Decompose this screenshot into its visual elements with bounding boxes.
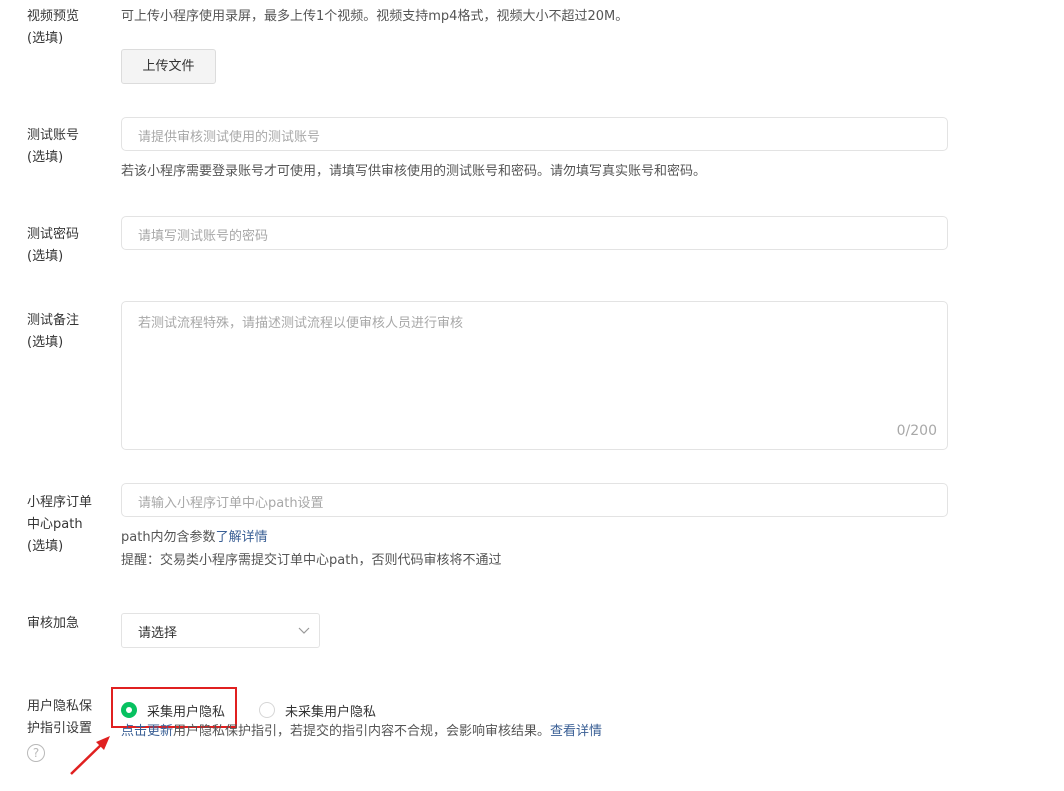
test-password-placeholder: 请填写测试账号的密码	[138, 229, 269, 244]
radio-not-collect-privacy[interactable]: 未采集用户隐私	[259, 701, 377, 720]
order-path-reminder: 提醒：交易类小程序需提交订单中心path，否则代码审核将不通过	[121, 553, 502, 568]
privacy-hint: 点击更新用户隐私保护指引，若提交的指引内容不合规，会影响审核结果。查看详情	[121, 723, 602, 741]
test-password-label: 测试密码 (选填)	[27, 227, 80, 264]
test-account-label: 测试账号 (选填)	[27, 128, 80, 165]
video-preview-hint: 可上传小程序使用录屏，最多上传1个视频。视频支持mp4格式，视频大小不超过20M…	[121, 9, 629, 24]
privacy-update-link[interactable]: 点击更新	[121, 724, 173, 739]
test-account-input[interactable]: 请提供审核测试使用的测试账号	[121, 117, 948, 151]
test-account-hint: 若该小程序需要登录账号才可使用，请填写供审核使用的测试账号和密码。请勿填写真实账…	[121, 164, 707, 179]
radio-not-collect-label: 未采集用户隐私	[285, 704, 377, 720]
test-notes-counter: 0/200	[896, 423, 937, 439]
test-notes-textarea[interactable]: 若测试流程特殊，请描述测试流程以便审核人员进行审核 0/200	[121, 301, 948, 450]
order-path-input[interactable]: 请输入小程序订单中心path设置	[121, 483, 948, 517]
privacy-hint-text: 用户隐私保护指引，若提交的指引内容不合规，会影响审核结果。	[173, 724, 551, 739]
expedite-select-value: 请选择	[138, 626, 178, 641]
test-account-placeholder: 请提供审核测试使用的测试账号	[138, 130, 321, 145]
video-preview-label: 视频预览 (选填)	[27, 9, 80, 46]
upload-file-button[interactable]: 上传文件	[121, 49, 216, 84]
chevron-down-icon	[298, 627, 310, 634]
radio-unchecked-icon	[259, 702, 275, 718]
privacy-details-link[interactable]: 查看详情	[550, 724, 602, 739]
test-notes-label: 测试备注 (选填)	[27, 313, 80, 350]
expedite-select[interactable]: 请选择	[121, 613, 320, 648]
order-path-label: 小程序订单 中心path (选填)	[27, 495, 93, 554]
expedite-label: 审核加急	[27, 616, 80, 631]
order-path-placeholder: 请输入小程序订单中心path设置	[138, 496, 324, 511]
help-icon[interactable]: ?	[27, 744, 45, 762]
test-password-input[interactable]: 请填写测试账号的密码	[121, 216, 948, 250]
order-path-hint-text: path内勿含参数	[121, 530, 216, 545]
order-path-details-link[interactable]: 了解详情	[216, 530, 268, 545]
annotation-arrow-icon	[70, 736, 110, 775]
order-path-hint: path内勿含参数了解详情	[121, 529, 268, 547]
test-notes-placeholder: 若测试流程特殊，请描述测试流程以便审核人员进行审核	[138, 316, 464, 331]
annotation-highlight-box	[111, 687, 237, 728]
